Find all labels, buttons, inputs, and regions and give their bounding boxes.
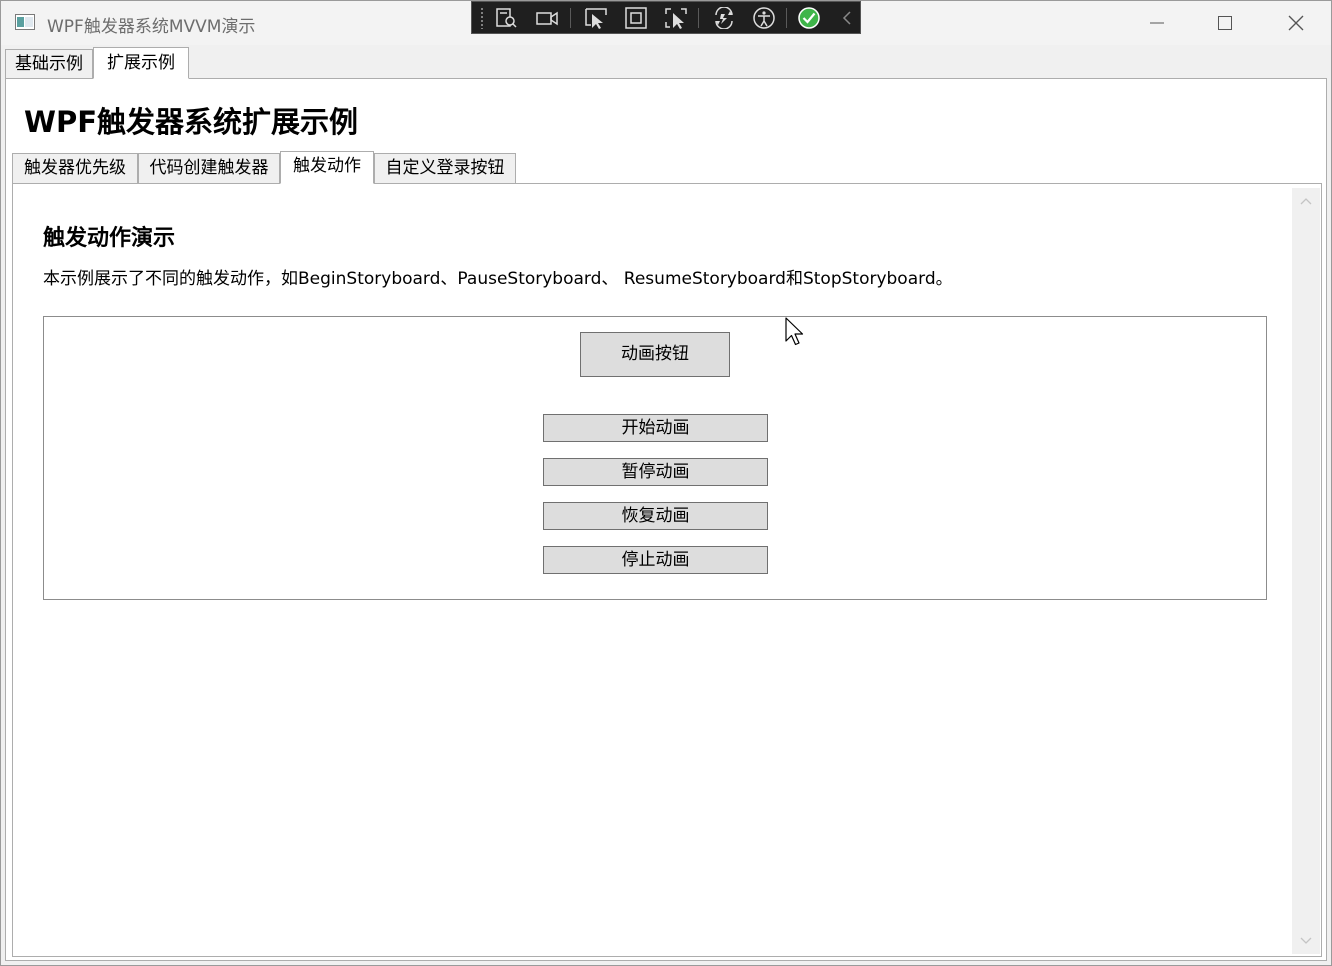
extended-examples-panel: WPF触发器系统扩展示例 触发器优先级 代码创建触发器 触发动作 自定义登录按钮… [5, 78, 1327, 961]
app-icon [15, 14, 35, 30]
track-focus-icon[interactable] [664, 7, 688, 29]
binding-ok-icon[interactable] [797, 7, 821, 29]
tab-code-created-triggers[interactable]: 代码创建触发器 [138, 153, 280, 184]
live-visual-tree-icon[interactable] [494, 7, 518, 29]
accessibility-icon[interactable] [752, 7, 776, 29]
wpf-debug-toolbar [471, 1, 861, 34]
tab-label: 触发动作 [293, 156, 361, 176]
section-description: 本示例展示了不同的触发动作，如BeginStoryboard、PauseStor… [43, 269, 953, 289]
mouse-cursor-icon [785, 317, 804, 346]
tab-label: 自定义登录按钮 [385, 158, 505, 178]
display-layout-adorners-icon[interactable] [624, 7, 648, 29]
tab-label: 触发器优先级 [24, 158, 126, 178]
select-element-icon[interactable] [584, 7, 608, 29]
close-button[interactable] [1262, 1, 1330, 45]
minimize-button[interactable] [1123, 1, 1191, 45]
start-animation-button[interactable]: 开始动画 [543, 414, 768, 442]
close-icon [1288, 15, 1304, 31]
app-window: WPF触发器系统MVVM演示 基础示例 扩展示例 WPF触发器系统扩展示例 触发… [0, 0, 1332, 966]
animation-demo-box: 动画按钮 开始动画 暂停动画 恢复动画 停止动画 [43, 316, 1267, 600]
maximize-icon [1218, 16, 1232, 30]
scroll-down-icon[interactable] [1299, 936, 1313, 946]
page-title: WPF触发器系统扩展示例 [24, 105, 359, 139]
stop-animation-button[interactable]: 停止动画 [543, 546, 768, 574]
animated-button[interactable]: 动画按钮 [580, 332, 730, 377]
tab-label: 代码创建触发器 [149, 158, 269, 178]
pause-animation-button[interactable]: 暂停动画 [543, 458, 768, 486]
scroll-up-icon[interactable] [1299, 196, 1313, 206]
tab-label: 基础示例 [15, 54, 83, 74]
tab-trigger-priority[interactable]: 触发器优先级 [12, 153, 138, 184]
tab-basic-examples[interactable]: 基础示例 [5, 49, 93, 79]
hot-reload-icon[interactable] [712, 7, 736, 29]
section-title: 触发动作演示 [43, 226, 176, 251]
collapse-icon[interactable] [836, 7, 860, 29]
resume-animation-button[interactable]: 恢复动画 [543, 502, 768, 530]
window-title: WPF触发器系统MVVM演示 [47, 17, 256, 37]
minimize-icon [1150, 22, 1164, 24]
maximize-button[interactable] [1191, 1, 1259, 45]
tab-custom-login-button[interactable]: 自定义登录按钮 [374, 153, 516, 184]
tab-label: 扩展示例 [107, 53, 175, 73]
trigger-actions-panel: 触发动作演示 本示例展示了不同的触发动作，如BeginStoryboard、Pa… [12, 183, 1322, 957]
toolbar-grip[interactable] [480, 7, 484, 29]
record-icon[interactable] [535, 7, 559, 29]
tab-trigger-actions[interactable]: 触发动作 [280, 151, 374, 184]
vertical-scrollbar[interactable] [1292, 188, 1320, 954]
tab-extended-examples[interactable]: 扩展示例 [93, 47, 189, 79]
